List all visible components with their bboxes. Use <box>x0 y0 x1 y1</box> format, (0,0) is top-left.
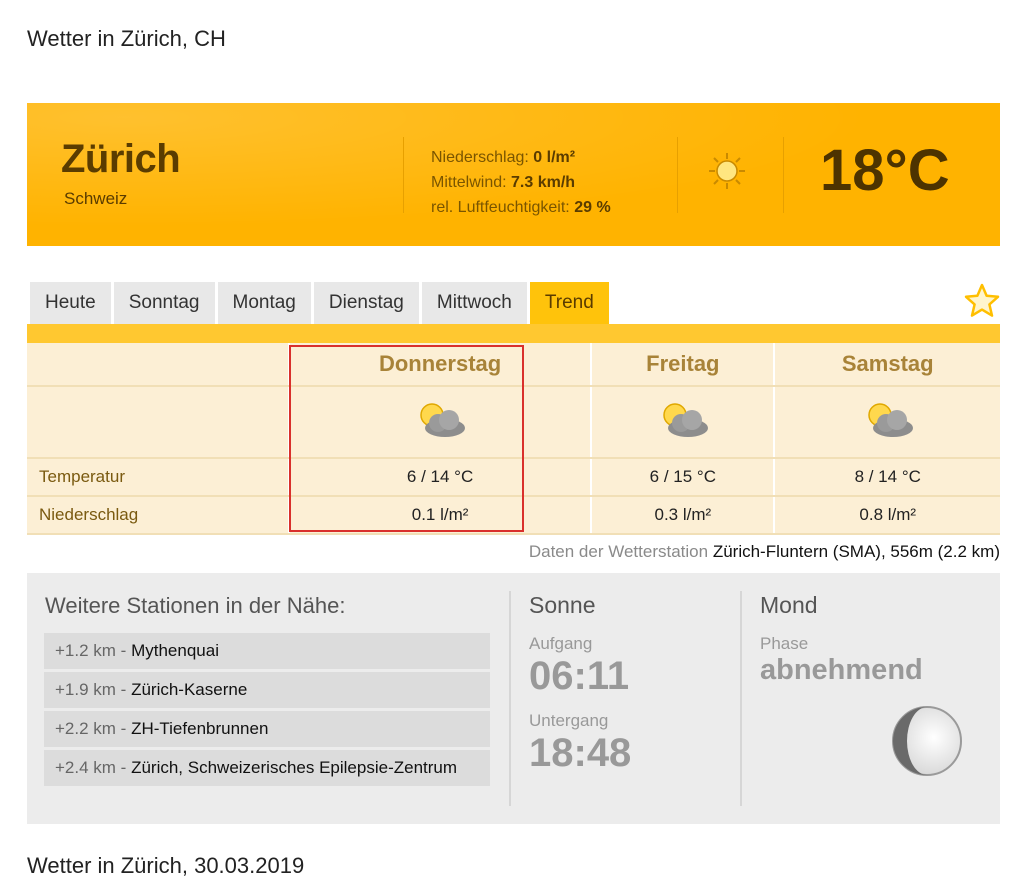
partly-cloudy-icon <box>420 402 466 437</box>
current-weather-banner: Zürich Schweiz Niederschlag: 0 l/m² Mitt… <box>27 103 1000 246</box>
nearby-title: Weitere Stationen in der Nähe: <box>45 593 346 618</box>
forecast-table: Donnerstag Freitag Samstag Temperatur 6 … <box>27 343 1000 535</box>
nearby-station-link[interactable]: +2.2 km - ZH-Tiefenbrunnen <box>44 711 490 747</box>
station-name: Zürich-Fluntern (SMA), 556m (2.2 km) <box>712 542 1000 561</box>
temperature-cell: 6 / 15 °C <box>591 458 776 497</box>
humidity-value: 29 % <box>574 199 611 216</box>
wind-value: 7.3 km/h <box>511 174 576 191</box>
tab-dienstag[interactable]: Dienstag <box>313 282 419 324</box>
precipitation-row: Niederschlag 0.1 l/m² 0.3 l/m² 0.8 l/m² <box>27 496 1000 535</box>
day-name: Samstag <box>774 343 1000 387</box>
sunrise-label: Aufgang <box>529 634 593 653</box>
nearby-name: ZH-Tiefenbrunnen <box>131 719 269 738</box>
moon-icon <box>892 706 962 776</box>
city-name: Zürich <box>61 137 181 181</box>
precipitation-line: Niederschlag: 0 l/m² <box>431 145 611 170</box>
partly-cloudy-icon <box>663 402 708 437</box>
tab-heute[interactable]: Heute <box>30 282 111 324</box>
sun-icon <box>709 153 745 189</box>
sun-title: Sonne <box>529 592 596 618</box>
wind-line: Mittelwind: 7.3 km/h <box>431 170 611 195</box>
temperature-row: Temperatur 6 / 14 °C 6 / 15 °C 8 / 14 °C <box>27 458 1000 497</box>
tab-mittwoch[interactable]: Mittwoch <box>421 282 527 324</box>
precipitation-cell: 0.8 l/m² <box>774 496 1000 535</box>
sunset-label: Untergang <box>529 711 609 730</box>
nearby-station-link[interactable]: +1.2 km - Mythenquai <box>44 633 490 669</box>
forecast-icon-cell <box>774 386 1000 459</box>
nearby-station-link[interactable]: +1.9 km - Zürich-Kaserne <box>44 672 490 708</box>
divider <box>740 591 742 806</box>
nearby-station-link[interactable]: +2.4 km - Zürich, Schweizerisches Epilep… <box>44 750 490 786</box>
current-temperature: 18°C <box>820 138 950 203</box>
empty-cell <box>27 386 290 459</box>
nearby-distance: +2.2 km - <box>55 719 127 738</box>
sunset-time: 18:48 <box>529 731 632 775</box>
tab-sonntag[interactable]: Sonntag <box>113 282 215 324</box>
nearby-name: Zürich-Kaserne <box>131 680 248 699</box>
nearby-distance: +1.2 km - <box>55 641 127 660</box>
precipitation-cell: 0.1 l/m² <box>289 496 593 535</box>
nearby-distance: +2.4 km - <box>55 758 127 777</box>
precipitation-value: 0 l/m² <box>533 149 576 166</box>
forecast-day-row: Donnerstag Freitag Samstag <box>27 343 1000 387</box>
row-label: Niederschlag <box>27 496 290 535</box>
station-info: Daten der Wetterstation Zürich-Fluntern … <box>529 542 1000 562</box>
nearby-name: Zürich, Schweizerisches Epilepsie-Zentru… <box>131 758 458 777</box>
divider <box>677 137 678 213</box>
divider <box>783 137 784 213</box>
humidity-line: rel. Luftfeuchtigkeit: 29 % <box>431 195 611 220</box>
details-panel: Weitere Stationen in der Nähe: +1.2 km -… <box>27 573 1000 824</box>
wind-label: Mittelwind: <box>431 174 507 191</box>
nearby-list: +1.2 km - Mythenquai +1.9 km - Zürich-Ka… <box>44 633 490 789</box>
divider <box>509 591 511 806</box>
partly-cloudy-icon <box>867 402 913 437</box>
divider <box>403 137 404 213</box>
forecast-icon-cell <box>591 386 776 459</box>
empty-cell <box>27 343 290 387</box>
star-icon[interactable] <box>963 282 1001 320</box>
row-label: Temperatur <box>27 458 290 497</box>
day-name: Freitag <box>591 343 776 387</box>
tab-montag[interactable]: Montag <box>217 282 311 324</box>
nearby-name: Mythenquai <box>131 641 219 660</box>
station-prefix: Daten der Wetterstation <box>528 542 709 561</box>
precipitation-label: Niederschlag: <box>431 149 529 166</box>
day-name: Donnerstag <box>289 343 593 387</box>
forecast-icon-row <box>27 386 1000 459</box>
tab-trend[interactable]: Trend <box>529 282 609 324</box>
forecast-header-stripe <box>27 324 1000 343</box>
nearby-distance: +1.9 km - <box>55 680 127 699</box>
temperature-cell: 6 / 14 °C <box>289 458 593 497</box>
sunrise-time: 06:11 <box>529 654 630 698</box>
forecast-icon-cell <box>289 386 593 459</box>
humidity-label: rel. Luftfeuchtigkeit: <box>431 199 570 216</box>
footer-title: Wetter in Zürich, 30.03.2019 <box>27 853 305 878</box>
temperature-cell: 8 / 14 °C <box>774 458 1000 497</box>
moon-phase-label: Phase <box>760 634 809 653</box>
moon-phase: abnehmend <box>760 654 923 686</box>
precipitation-cell: 0.3 l/m² <box>591 496 776 535</box>
country-name: Schweiz <box>64 189 128 208</box>
page-title: Wetter in Zürich, CH <box>27 26 226 51</box>
day-tabs: Heute Sonntag Montag Dienstag Mittwoch T… <box>30 282 612 324</box>
moon-title: Mond <box>760 592 818 618</box>
current-conditions: Niederschlag: 0 l/m² Mittelwind: 7.3 km/… <box>431 145 611 220</box>
